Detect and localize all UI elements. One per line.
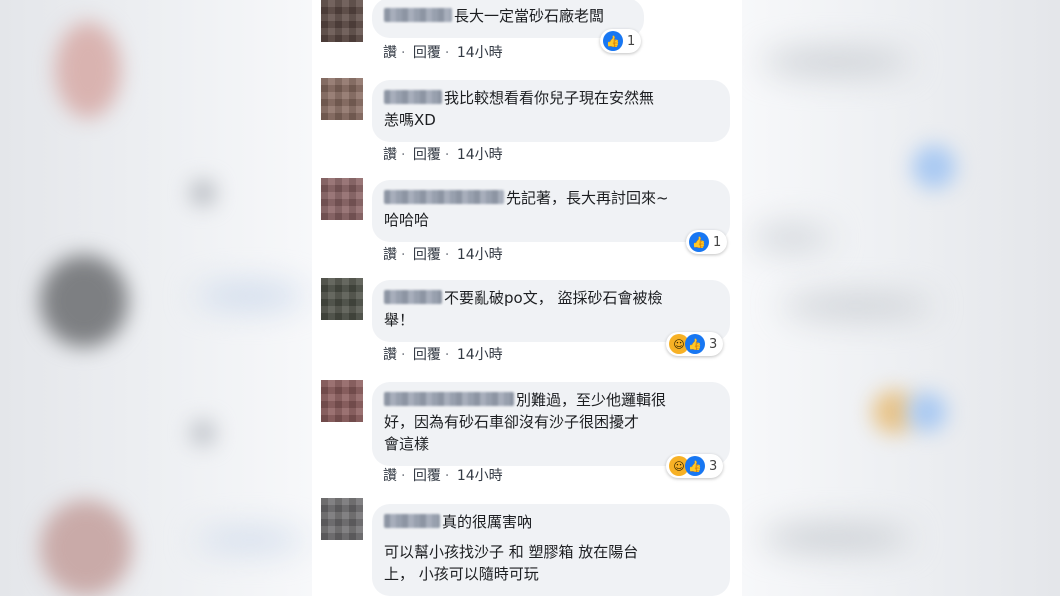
reaction-summary[interactable]: ☺ 👍 3 [666, 332, 724, 356]
blurred-avatar [55, 22, 121, 118]
comment-text: 哈哈哈 [384, 211, 430, 229]
comment-bubble: 先記著，長大再討回來~ 哈哈哈 [372, 180, 730, 242]
like-link[interactable]: 讚 [383, 147, 397, 163]
blurred-avatar [40, 255, 128, 347]
comment-bubble: 真的很厲害吶 可以幫小孩找沙子 和 塑膠箱 放在陽台 上， 小孩可以隨時可玩 [372, 504, 730, 596]
comment-actions: 讚 · 回覆 · 14小時 [383, 147, 503, 163]
reply-link[interactable]: 回覆 [413, 45, 441, 61]
commenter-name[interactable] [384, 392, 514, 406]
reply-link[interactable]: 回覆 [413, 147, 441, 163]
timestamp[interactable]: 14小時 [457, 45, 503, 61]
reaction-summary[interactable]: ☺ 👍 3 [666, 454, 724, 478]
blurred-icon [190, 420, 216, 446]
timestamp[interactable]: 14小時 [457, 147, 503, 163]
commenter-name[interactable] [384, 514, 440, 528]
blurred-icon [190, 180, 216, 206]
timestamp[interactable]: 14小時 [457, 468, 503, 484]
like-link[interactable]: 讚 [383, 247, 397, 263]
blurred-avatar [40, 500, 132, 596]
comment-bubble: 我比較想看看你兒子現在安然無 恙嗎XD [372, 80, 730, 142]
commenter-name[interactable] [384, 90, 442, 104]
like-icon: 👍 [689, 232, 709, 252]
comment-text: 我比較想看看你兒子現在安然無 [444, 89, 655, 107]
blurred-text [195, 530, 305, 550]
reaction-count: 3 [709, 336, 718, 352]
timestamp[interactable]: 14小時 [457, 247, 503, 263]
commenter-name[interactable] [384, 290, 442, 304]
like-link[interactable]: 讚 [383, 45, 397, 61]
commenter-name[interactable] [384, 190, 504, 204]
avatar[interactable] [321, 498, 363, 540]
like-icon: 👍 [603, 31, 623, 51]
timestamp[interactable]: 14小時 [457, 347, 503, 363]
avatar[interactable] [321, 380, 363, 422]
reaction-summary[interactable]: 👍 1 [600, 29, 642, 53]
reaction-summary[interactable]: 👍 1 [686, 230, 728, 254]
reply-link[interactable]: 回覆 [413, 247, 441, 263]
blurred-reaction [907, 392, 947, 432]
comment-text: 真的很厲害吶 [442, 513, 533, 531]
avatar[interactable] [321, 178, 363, 220]
reaction-count: 3 [709, 458, 718, 474]
blurred-text [752, 225, 832, 251]
comment-text: 可以幫小孩找沙子 和 塑膠箱 放在陽台 [384, 543, 639, 561]
blurred-text [782, 295, 932, 317]
comment-text: 上， 小孩可以隨時可玩 [384, 565, 539, 583]
blurred-reaction [912, 145, 956, 189]
comment-actions: 讚 · 回覆 · 14小時 [383, 347, 503, 363]
comment-text: 先記著，長大再討回來~ [506, 189, 669, 207]
blurred-text [195, 285, 305, 307]
comment-text: 恙嗎XD [384, 111, 436, 129]
like-icon: 👍 [685, 334, 705, 354]
commenter-name[interactable] [384, 8, 452, 22]
comment-text: 好，因為有砂石車卻沒有沙子很困擾才 [384, 413, 640, 431]
reaction-count: 1 [627, 33, 636, 49]
like-icon: 👍 [685, 456, 705, 476]
comment-actions: 讚 · 回覆 · 14小時 [383, 468, 503, 484]
comment-actions: 讚 · 回覆 · 14小時 [383, 247, 503, 263]
avatar[interactable] [321, 0, 363, 42]
reaction-count: 1 [713, 234, 722, 250]
avatar[interactable] [321, 78, 363, 120]
like-link[interactable]: 讚 [383, 347, 397, 363]
like-link[interactable]: 讚 [383, 468, 397, 484]
comment-text: 舉！ [384, 311, 415, 329]
blurred-text [762, 525, 912, 551]
blurred-background-left [0, 0, 312, 596]
comment-text: 長大一定當砂石廠老闆 [454, 7, 605, 25]
comment-text: 不要亂破po文， 盜採砂石會被檢 [444, 289, 663, 307]
comment-text: 別難過，至少他邏輯很 [516, 391, 667, 409]
blurred-text [762, 50, 912, 74]
reply-link[interactable]: 回覆 [413, 347, 441, 363]
reply-link[interactable]: 回覆 [413, 468, 441, 484]
comment-actions: 讚 · 回覆 · 14小時 [383, 45, 503, 61]
avatar[interactable] [321, 278, 363, 320]
comment-feed: 長大一定當砂石廠老闆 👍 1 讚 · 回覆 · 14小時 我比較想看看你兒子現在安然… [312, 0, 742, 596]
blurred-background-right [742, 0, 1060, 596]
comment-text: 會這樣 [384, 435, 430, 453]
